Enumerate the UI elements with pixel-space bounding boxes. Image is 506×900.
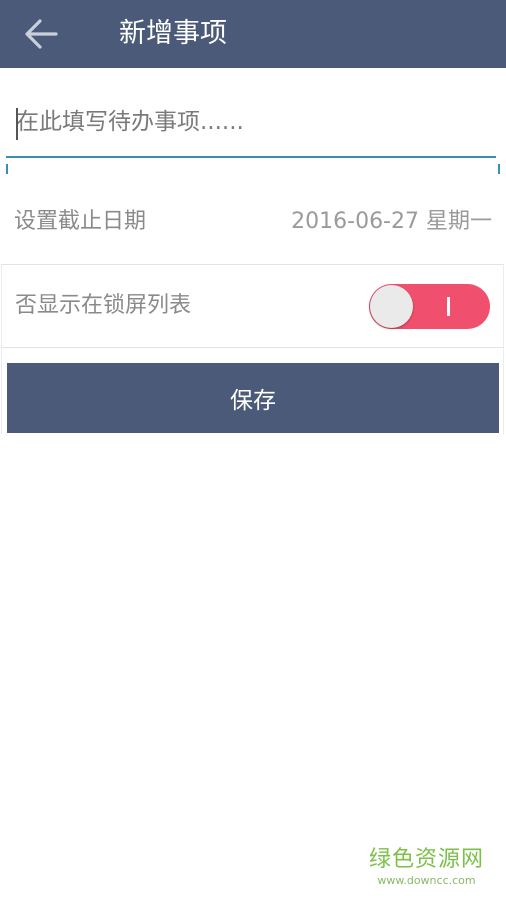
- input-underline-right-tick: [498, 164, 500, 174]
- watermark: 绿色资源网 www.downcc.com: [369, 846, 484, 888]
- text-cursor: [16, 108, 18, 140]
- back-button[interactable]: [18, 14, 68, 54]
- input-underline-left-tick: [6, 164, 8, 174]
- arrow-left-icon: [25, 19, 58, 49]
- deadline-label: 设置截止日期: [14, 209, 147, 234]
- watermark-url: www.downcc.com: [377, 874, 476, 887]
- watermark-name: 绿色资源网: [368, 847, 484, 872]
- toggle-knob: [370, 285, 413, 328]
- lock-screen-row: 否显示在锁屏列表: [1, 264, 504, 348]
- deadline-row[interactable]: 设置截止日期 2016-06-27 星期一: [0, 176, 506, 264]
- app-bar: 新增事项: [0, 0, 506, 68]
- todo-input[interactable]: [6, 88, 496, 158]
- toggle-on-indicator-icon: [447, 297, 450, 316]
- page-title: 新增事项: [119, 18, 227, 49]
- lock-screen-toggle[interactable]: [369, 284, 490, 329]
- save-button[interactable]: 保存: [7, 363, 499, 433]
- deadline-value[interactable]: 2016-06-27 星期一: [291, 203, 492, 235]
- lock-screen-label: 否显示在锁屏列表: [15, 293, 192, 318]
